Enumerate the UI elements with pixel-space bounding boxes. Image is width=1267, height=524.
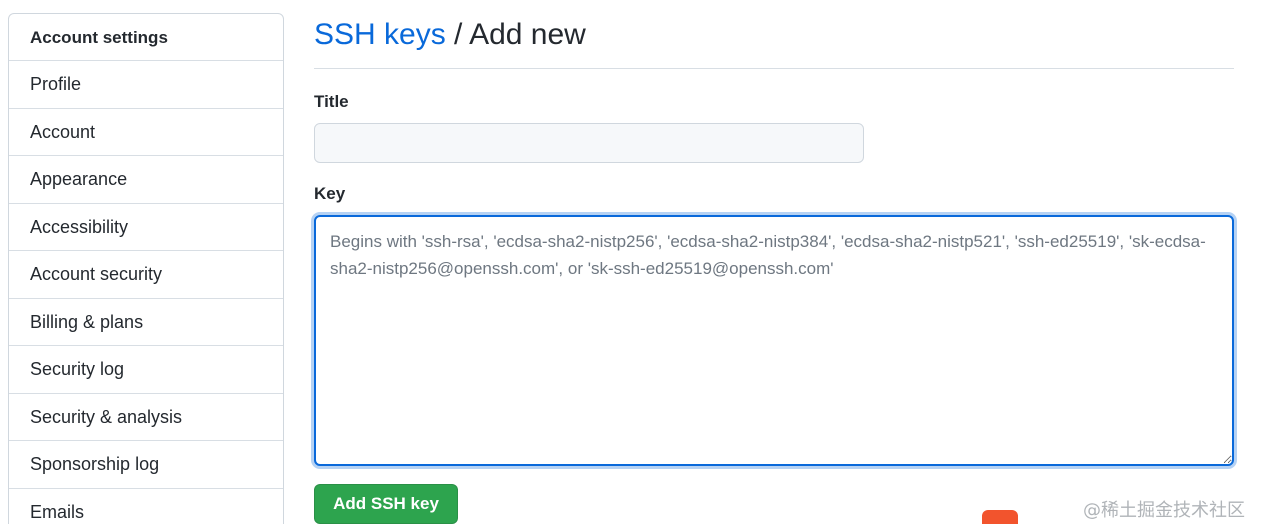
sidebar-header: Account settings xyxy=(9,14,283,61)
sidebar-item-billing-plans[interactable]: Billing & plans xyxy=(9,299,283,346)
watermark-logo-icon xyxy=(982,510,1018,524)
sidebar-item-accessibility[interactable]: Accessibility xyxy=(9,204,283,251)
key-label: Key xyxy=(314,184,346,203)
sidebar-item-account[interactable]: Account xyxy=(9,109,283,156)
sidebar-item-emails[interactable]: Emails xyxy=(9,489,283,524)
sidebar-item-security-log[interactable]: Security log xyxy=(9,346,283,394)
page-title: SSH keys / Add new xyxy=(314,18,586,52)
sidebar-item-profile[interactable]: Profile xyxy=(9,61,283,109)
settings-sidebar: Account settings Profile Account Appeara… xyxy=(8,13,284,524)
breadcrumb-ssh-keys-link[interactable]: SSH keys xyxy=(314,18,446,51)
key-textarea[interactable] xyxy=(314,215,1234,466)
breadcrumb-current: Add new xyxy=(469,18,586,51)
title-label: Title xyxy=(314,92,349,111)
title-input[interactable] xyxy=(314,123,864,163)
breadcrumb-separator: / xyxy=(445,18,470,51)
watermark-text: @稀土掘金技术社区 xyxy=(1083,500,1245,521)
title-divider xyxy=(314,68,1234,69)
sidebar-item-appearance[interactable]: Appearance xyxy=(9,156,283,204)
add-ssh-key-button[interactable]: Add SSH key xyxy=(314,484,458,524)
sidebar-item-security-analysis[interactable]: Security & analysis xyxy=(9,394,283,441)
sidebar-item-account-security[interactable]: Account security xyxy=(9,251,283,299)
sidebar-item-sponsorship-log[interactable]: Sponsorship log xyxy=(9,441,283,489)
